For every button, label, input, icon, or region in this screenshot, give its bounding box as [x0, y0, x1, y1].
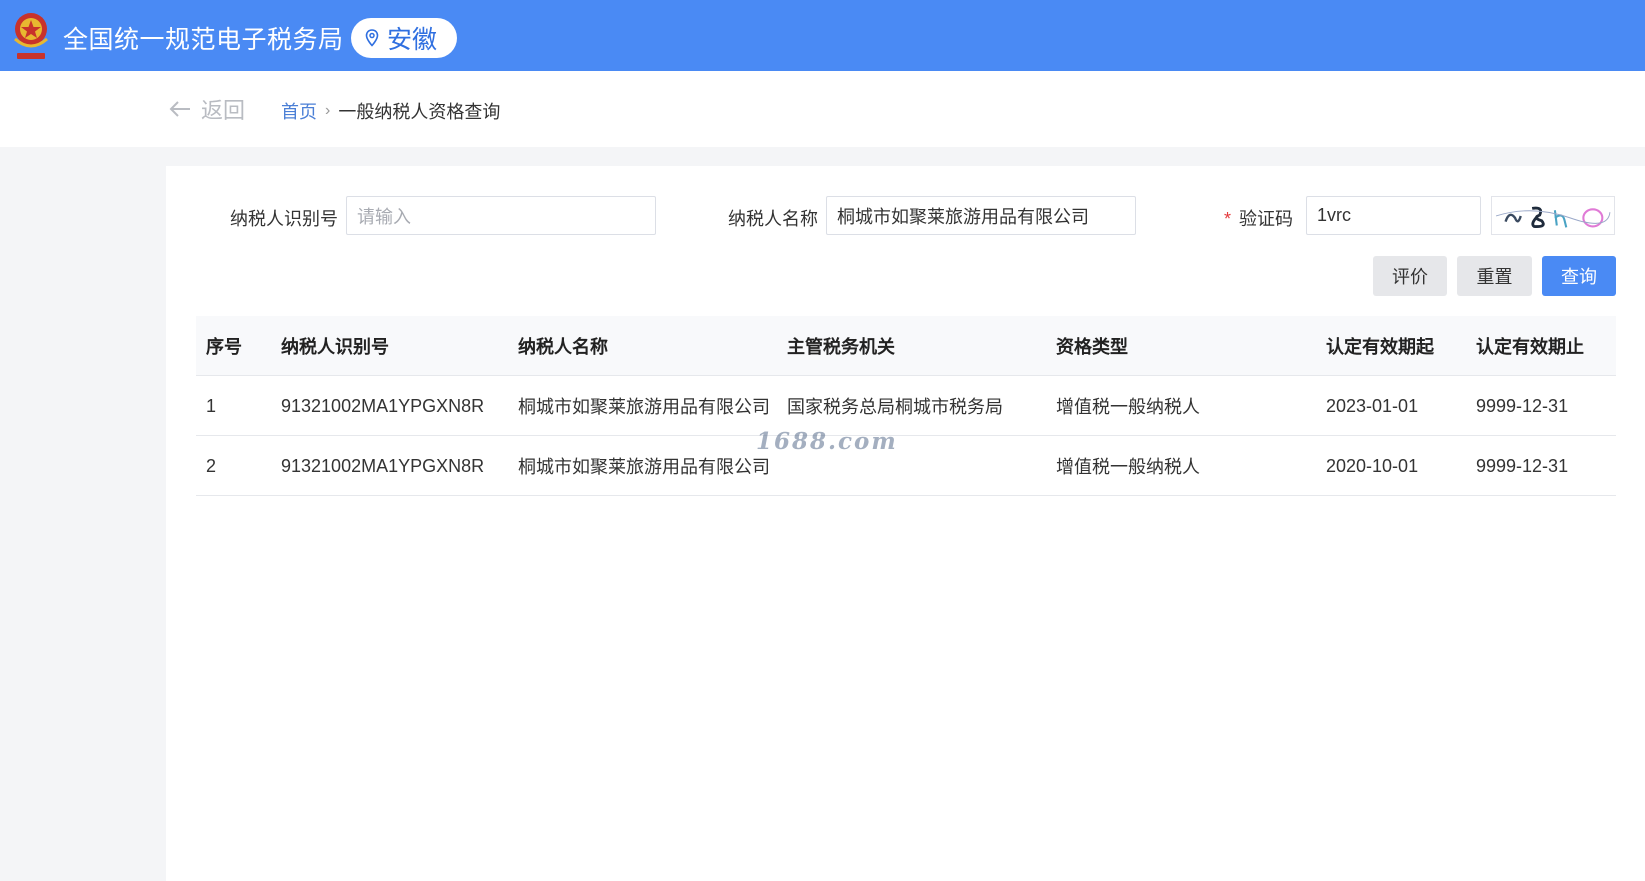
table-header-row: 序号 纳税人识别号 纳税人名称 主管税务机关 资格类型 认定有效期起 认定有效期…	[196, 316, 1616, 376]
top-header-bar: 全国统一规范电子税务局 安徽	[0, 0, 1645, 71]
column-header: 纳税人名称	[518, 337, 608, 357]
captcha-label: * 验证码	[1224, 205, 1293, 231]
table-cell: 2020-10-01	[1326, 455, 1419, 476]
captcha-image[interactable]	[1491, 196, 1615, 235]
table-cell: 国家税务总局桐城市税务局	[787, 397, 1003, 417]
table-cell: 9999-12-31	[1476, 455, 1569, 476]
results-table: 序号 纳税人识别号 纳税人名称 主管税务机关 资格类型 认定有效期起 认定有效期…	[196, 316, 1616, 496]
table-cell: 9999-12-31	[1476, 395, 1569, 416]
column-header: 资格类型	[1056, 337, 1128, 357]
tax-emblem-icon	[14, 13, 48, 59]
table-cell: 桐城市如聚莱旅游用品有限公司	[518, 457, 770, 477]
region-selector[interactable]: 安徽	[351, 18, 457, 58]
captcha-label-text: 验证码	[1239, 209, 1294, 229]
taxpayer-id-input[interactable]: 请输入	[346, 196, 656, 235]
reset-button[interactable]: 重置	[1457, 256, 1532, 296]
breadcrumb: 首页 › 一般纳税人资格查询	[281, 98, 500, 124]
site-title: 全国统一规范电子税务局	[63, 26, 344, 54]
table-cell: 增值税一般纳税人	[1056, 457, 1200, 477]
navigation-strip: 返回 首页 › 一般纳税人资格查询	[0, 71, 1645, 147]
column-header: 主管税务机关	[787, 337, 895, 357]
watermark-text: 1688.com	[756, 428, 898, 455]
column-header: 认定有效期起	[1326, 337, 1434, 357]
location-pin-icon	[365, 29, 379, 47]
rate-button[interactable]: 评价	[1373, 256, 1447, 296]
column-header: 序号	[206, 337, 242, 357]
column-header: 认定有效期止	[1476, 337, 1584, 357]
table-cell: 桐城市如聚莱旅游用品有限公司	[518, 397, 770, 417]
breadcrumb-separator: ›	[325, 102, 331, 119]
column-header: 纳税人识别号	[281, 337, 389, 357]
arrow-left-icon	[169, 101, 190, 117]
region-label: 安徽	[387, 26, 438, 54]
back-button[interactable]: 返回	[169, 93, 245, 125]
breadcrumb-current: 一般纳税人资格查询	[338, 102, 501, 122]
taxpayer-name-input[interactable]: 桐城市如聚莱旅游用品有限公司	[826, 196, 1136, 235]
table-row: 2 91321002MA1YPGXN8R 桐城市如聚莱旅游用品有限公司 增值税一…	[196, 436, 1616, 496]
query-button[interactable]: 查询	[1542, 256, 1616, 296]
table-cell: 91321002MA1YPGXN8R	[281, 395, 485, 416]
table-cell: 1	[206, 395, 217, 416]
captcha-input[interactable]: 1vrc	[1306, 196, 1481, 235]
taxpayer-name-label: 纳税人名称	[728, 209, 818, 229]
required-mark: *	[1224, 209, 1232, 229]
table-cell: 91321002MA1YPGXN8R	[281, 455, 485, 476]
breadcrumb-home-link[interactable]: 首页	[281, 98, 317, 124]
table-cell: 2	[206, 455, 217, 476]
back-label: 返回	[201, 98, 246, 123]
taxpayer-id-label: 纳税人识别号	[230, 209, 338, 229]
table-cell: 增值税一般纳税人	[1056, 397, 1200, 417]
table-row: 1 91321002MA1YPGXN8R 桐城市如聚莱旅游用品有限公司 国家税务…	[196, 376, 1616, 436]
table-cell: 2023-01-01	[1326, 395, 1419, 416]
